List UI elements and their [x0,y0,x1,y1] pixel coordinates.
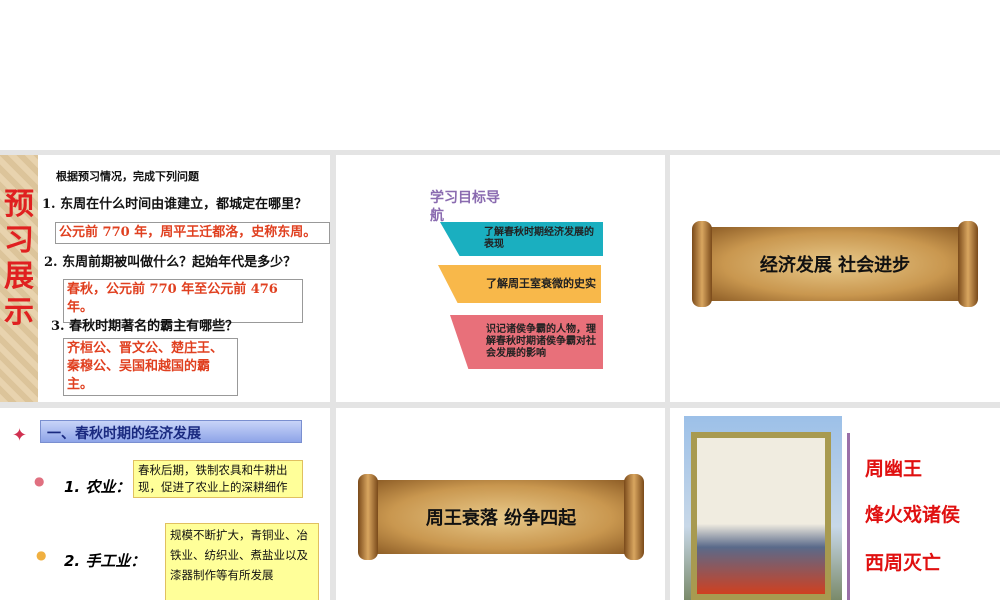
goal-1: 了解春秋时期经济发展的表现 [440,222,603,256]
goals-title: 学习目标导航 [430,190,500,224]
slide-6-thumbnail[interactable]: 周幽王 烽火戏诸侯 西周灭亡 [670,408,1000,600]
slide-3-thumbnail[interactable]: 经济发展 社会进步 [670,155,1000,402]
drop-icon: ● [34,474,45,488]
side-title: 预习展示 [4,187,34,330]
line-3: 西周灭亡 [865,552,942,574]
star-icon: ✦ [12,425,28,446]
slide-4-thumbnail[interactable]: ✦ 一、春秋时期的经济发展 ● 1. 农业： 春秋后期，铁制农具和牛耕出现，促进… [0,408,330,600]
scroll-banner: 经济发展 社会进步 [692,221,978,307]
slide-5-thumbnail[interactable]: 周王衰落 纷争四起 [336,408,665,600]
divider [847,433,850,600]
question-2: 2. 东周前期被叫做什么？起始年代是多少？ [44,255,297,270]
drop-icon: ● [36,548,47,562]
answer-3: 齐桓公、晋文公、楚庄王、秦穆公、吴国和越国的霸主。 [63,338,238,396]
goal-2: 了解周王室衰微的史实 [438,265,601,303]
item-1-label: 1. 农业： [64,478,131,496]
scroll-banner: 周王衰落 纷争四起 [358,474,644,560]
answer-1: 公元前 770 年，周平王迁都洛，史称东周。 [55,222,330,244]
goal-3: 识记诸侯争霸的人物，理解春秋时期诸侯争霸对社会发展的影响 [450,315,603,369]
section-heading: 一、春秋时期的经济发展 [40,420,302,443]
item-2-text: 规模不断扩大，青铜业、冶铁业、纺织业、煮盐业以及漆器制作等有所发展 [165,523,319,600]
top-blank-area [0,0,1000,150]
slide-1-thumbnail[interactable]: 预习展示 根据预习情况，完成下列问题 1. 东周在什么时间由谁建立，都城定在哪里… [0,155,330,402]
item-2-label: 2. 手工业： [64,552,146,570]
question-3: 3. 春秋时期著名的霸主有哪些？ [51,319,239,334]
painting-frame [691,432,831,600]
line-2: 烽火戏诸侯 [865,504,961,526]
slide-sorter[interactable]: 预习展示 根据预习情况，完成下列问题 1. 东周在什么时间由谁建立，都城定在哪里… [0,150,1000,600]
item-1-text: 春秋后期，铁制农具和牛耕出现，促进了农业上的深耕细作 [133,460,303,498]
slide-heading: 根据预习情况，完成下列问题 [56,170,199,183]
slide-2-thumbnail[interactable]: 学习目标导航 了解春秋时期经济发展的表现 了解周王室衰微的史实 识记诸侯争霸的人… [336,155,665,402]
illustration [684,416,842,600]
line-1: 周幽王 [865,458,923,480]
question-1: 1. 东周在什么时间由谁建立，都城定在哪里？ [42,197,308,212]
